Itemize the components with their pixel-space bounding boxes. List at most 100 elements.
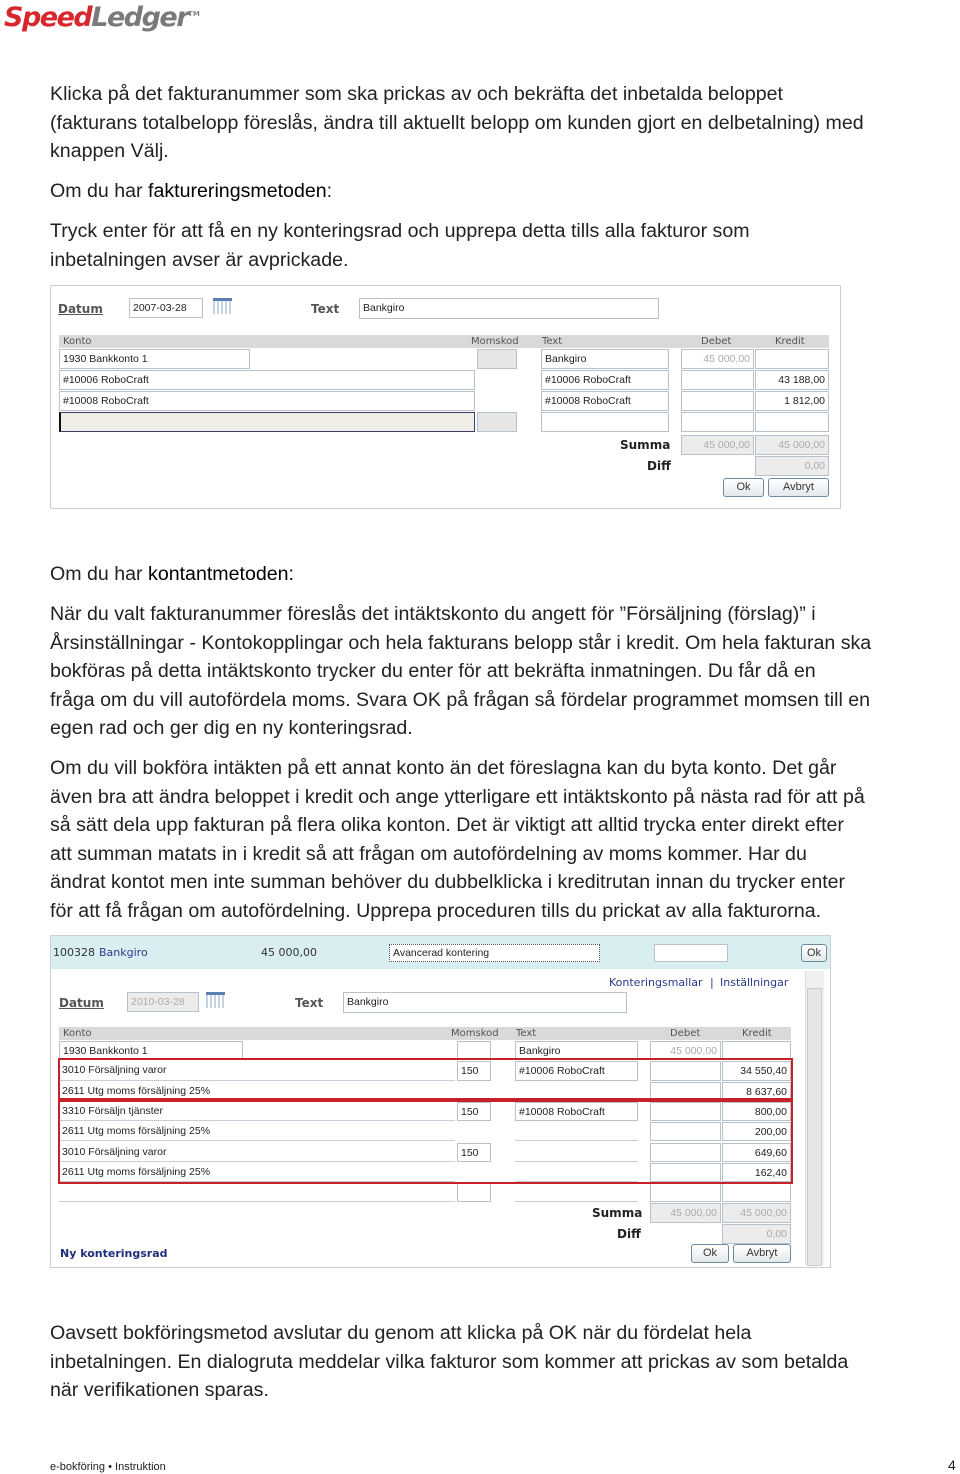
summa-credit: 45 000,00 [755,435,829,455]
account-field[interactable]: #10008 RoboCraft [59,391,475,411]
debit-field[interactable] [681,412,754,432]
text-line: inbetalningen. En dialogruta meddelar vi… [50,1350,849,1373]
row-text-field[interactable]: #10006 RoboCraft [541,370,669,390]
column-header-kredit: Kredit [742,1028,772,1039]
text-line: Årsinställningar - Kontokopplingar och h… [50,631,872,654]
text-label: Text [311,302,340,316]
summa-debit: 45 000,00 [681,435,754,455]
credit-field[interactable]: 1 812,00 [755,391,829,411]
paragraph-7: Oavsett bokföringsmetod avslutar du geno… [50,1319,848,1405]
cancel-button[interactable]: Avbryt [733,1244,791,1263]
account-field[interactable] [59,412,475,432]
link-settings[interactable]: Inställningar [720,976,788,989]
link-templates[interactable]: Konteringsmallar [609,976,703,989]
column-header-konto: Konto [63,1028,92,1039]
column-header-text: Text [516,1028,537,1039]
top-input[interactable] [654,944,728,962]
vat-code-field[interactable] [457,1183,491,1203]
text-line: så sätt dela upp fakturan på flera olika… [50,814,844,836]
journal-entry-screenshot-2: Datum 2010-03-28 Text Bankgiro Konto Momskod T… [50,935,831,1268]
debit-field[interactable] [681,391,754,411]
credit-field[interactable] [755,412,829,432]
paragraph-6: Om du vill bokföra intäkten på ett annat… [50,754,865,925]
row-text-field[interactable] [541,412,669,432]
summa-debit: 45 000,00 [650,1203,721,1223]
footer-left: e-bokföring • Instruktion [50,1461,166,1473]
date-input[interactable]: 2007-03-28 [129,298,203,318]
diff-value: 0,00 [755,456,829,476]
debit-field[interactable]: 45 000,00 [681,349,754,369]
text-line: för att få frågan om autofördelning. Upp… [50,899,822,922]
text-line: inbetalningen avser är avprickade. [50,248,349,271]
diff-label: Diff [617,1227,641,1241]
invoice-id: 100328 [53,946,95,959]
column-header-konto: Konto [63,336,92,347]
scrollbar-thumb[interactable] [807,988,822,1266]
text-line: Oavsett bokföringsmetod avslutar du geno… [50,1322,752,1344]
top-ok-button[interactable]: Ok [801,944,827,962]
summa-credit: 45 000,00 [722,1203,791,1223]
paragraph-2: Om du har faktureringsmetoden: [50,180,333,202]
paragraph-5: När du valt fakturanummer föreslås det i… [50,600,871,743]
text-line: ändrat kontot men inte summan behöver du… [50,871,846,893]
text-line: att summan matats in i kredit så att frå… [50,842,807,865]
row-text-field[interactable]: #10008 RoboCraft [541,391,669,411]
cancel-button[interactable]: Avbryt [768,478,829,497]
debit-field[interactable] [681,370,754,390]
text-line: även bra att ändra beloppet i kredit och… [50,785,865,808]
account-field[interactable] [59,1183,455,1203]
row-text-field[interactable]: Bankgiro [541,349,669,369]
mode-select[interactable]: Avancerad kontering [389,944,600,962]
text-line: när verifikationen sparas. [50,1379,269,1401]
text-line: (fakturans totalbelopp föreslås, ändra t… [50,111,864,134]
highlight-box-invoice-10008 [58,1100,793,1184]
vat-code-field[interactable] [477,412,517,432]
text-line: egen rad och ger dig en ny konteringsrad… [50,717,413,739]
column-header-kredit: Kredit [775,336,805,347]
column-header-momskod: Momskod [471,336,519,347]
paragraph-3: Tryck enter för att få en ny konteringsr… [50,217,750,274]
account-field[interactable]: #10006 RoboCraft [59,370,475,390]
text-label: Text [295,996,324,1010]
credit-field[interactable] [755,349,829,369]
column-header-momskod: Momskod [451,1028,499,1039]
highlight-box-invoice-10006 [58,1058,793,1100]
text-line: När du valt fakturanummer föreslås det i… [50,603,816,625]
account-field[interactable]: 1930 Bankkonto 1 [59,349,250,369]
calendar-icon[interactable] [213,298,232,314]
column-header-debet: Debet [701,336,732,347]
diff-label: Diff [647,459,671,473]
credit-field[interactable] [722,1183,791,1203]
calendar-icon[interactable] [206,992,225,1008]
link-separator: | [710,976,714,989]
text-line: Klicka på det fakturanummer som ska pric… [50,83,783,105]
paragraph-1: Klicka på det fakturanummer som ska pric… [50,80,864,166]
journal-entry-screenshot-1: Datum 2007-03-28 Text Bankgiro Konto Momskod T… [50,285,841,509]
text-line: bokföras på detta intäktskonto trycker d… [50,660,816,682]
column-header-debet: Debet [670,1028,701,1039]
row-text-field[interactable] [515,1183,638,1203]
text-line: knappen Välj. [50,140,169,162]
page-number: 4 [948,1457,956,1473]
datum-label: Datum [58,302,103,316]
text-line: fråga om du vill autofördela moms. Svara… [50,688,871,711]
text-input[interactable]: Bankgiro [359,298,659,319]
ok-button[interactable]: Ok [723,478,764,497]
summa-label: Summa [592,1206,643,1220]
text-input[interactable]: Bankgiro [343,992,627,1013]
invoice-amount: 45 000,00 [261,946,317,959]
date-input[interactable]: 2010-03-28 [127,992,199,1012]
vat-code-field[interactable] [477,349,517,369]
diff-value: 0,00 [722,1224,791,1244]
datum-label: Datum [59,996,104,1010]
invoice-name: Bankgiro [99,946,148,959]
new-row-link[interactable]: Ny konteringsrad [60,1247,168,1260]
text-line: Om du vill bokföra intäkten på ett annat… [50,757,837,779]
credit-field[interactable]: 43 188,00 [755,370,829,390]
ok-button[interactable]: Ok [691,1244,729,1263]
column-header-text: Text [542,336,563,347]
text-line: Tryck enter för att få en ny konteringsr… [50,220,750,242]
summa-label: Summa [620,438,671,452]
debit-field[interactable] [650,1183,721,1203]
paragraph-4: Om du har kontantmetoden: [50,563,294,585]
